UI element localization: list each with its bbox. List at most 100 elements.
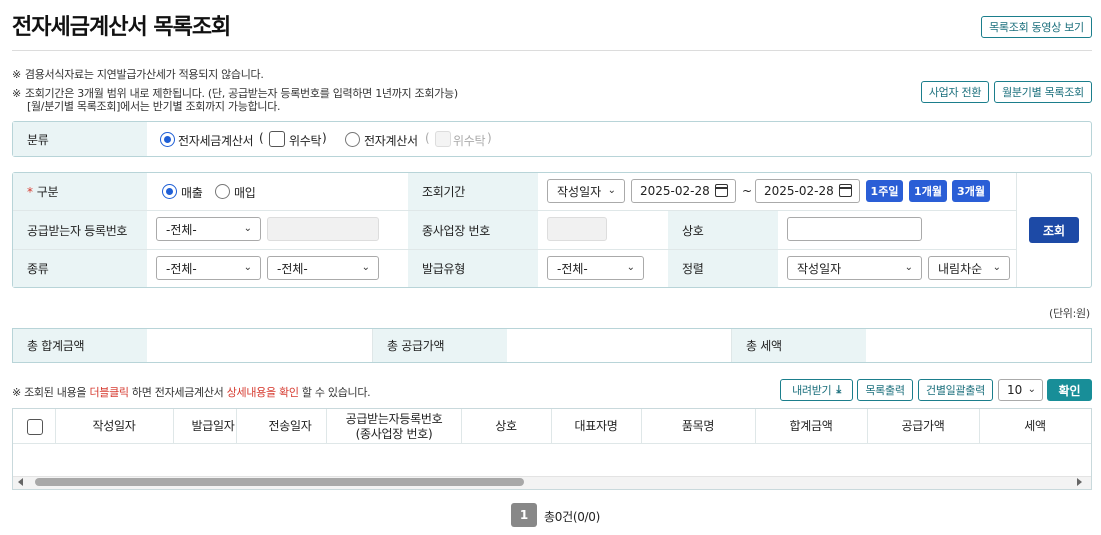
paren-open: ( xyxy=(259,131,264,145)
col-divider xyxy=(173,409,174,443)
period-list-button[interactable]: 월분기별 목록조회 xyxy=(994,81,1092,103)
chevron-down-icon: ⌄ xyxy=(361,262,370,273)
date-to-input[interactable]: 2025-02-28 xyxy=(755,179,860,203)
period-label: 조회기간 xyxy=(408,173,538,210)
col-divider xyxy=(979,409,980,443)
consign-checkbox-1[interactable] xyxy=(269,131,285,147)
consign-checkbox-2[interactable] xyxy=(435,131,451,147)
kind-select-1[interactable]: -전체- ⌄ xyxy=(156,256,261,280)
total-supply-label: 총 공급가액 xyxy=(373,329,507,362)
note-3: [월/분기별 목록조회]에서는 반기별 조회까지 가능합니다. xyxy=(27,100,281,113)
one-month-button[interactable]: 1개월 xyxy=(909,180,947,202)
company-input[interactable] xyxy=(787,217,922,241)
chevron-down-icon: ⌄ xyxy=(607,185,616,196)
col-total[interactable]: 합계금액 xyxy=(755,409,867,444)
col-issue-date[interactable]: 발급일자 xyxy=(173,409,253,444)
unit-label: (단위:원) xyxy=(1049,307,1090,320)
search-button[interactable]: 조회 xyxy=(1029,217,1079,243)
col-divider xyxy=(372,329,373,362)
totals-box xyxy=(12,328,1092,363)
chevron-down-icon: ⌄ xyxy=(243,262,252,273)
col-company[interactable]: 상호 xyxy=(461,409,551,444)
sort-order-select[interactable]: 내림차순 ⌄ xyxy=(928,256,1010,280)
consign-label-1: 위수탁 xyxy=(289,134,322,148)
receiver-label: 공급받는자 등록번호 xyxy=(13,211,147,249)
chevron-down-icon: ⌄ xyxy=(992,262,1001,273)
page-1-button[interactable]: 1 xyxy=(511,503,537,527)
chevron-down-icon: ⌄ xyxy=(1027,384,1036,395)
radio-sale[interactable] xyxy=(162,184,177,199)
col-divider xyxy=(1016,173,1017,287)
paren-close-2: ) xyxy=(487,131,492,145)
kind-select-2[interactable]: -전체- ⌄ xyxy=(267,256,379,280)
date-type-select[interactable]: 작성일자 ⌄ xyxy=(547,179,625,203)
scroll-left-icon[interactable] xyxy=(18,478,23,486)
chevron-down-icon: ⌄ xyxy=(243,223,252,234)
radio-e-invoice[interactable] xyxy=(345,132,360,147)
list-hint: ※ 조회된 내용을 더블클릭 하면 전자세금계산서 상세내용을 확인 할 수 있… xyxy=(12,386,371,399)
col-receiver-number[interactable]: 공급받는자등록번호 (종사업장 번호) xyxy=(327,409,461,444)
sort-field-select[interactable]: 작성일자 ⌄ xyxy=(787,256,922,280)
receiver-number-input[interactable] xyxy=(267,217,379,241)
total-tax-label: 총 세액 xyxy=(732,329,866,362)
type-label: * 구분 xyxy=(13,173,147,210)
paren-close: ) xyxy=(322,131,327,145)
col-divider xyxy=(236,409,237,443)
col-divider xyxy=(461,409,462,443)
radio-e-tax-invoice[interactable] xyxy=(160,132,175,147)
divider xyxy=(12,50,1092,51)
radio-purchase-label: 매입 xyxy=(234,186,256,200)
consign-label-2: 위수탁 xyxy=(453,134,486,148)
col-divider xyxy=(55,409,56,443)
radio-purchase[interactable] xyxy=(215,184,230,199)
col-divider xyxy=(755,409,756,443)
receiver-select[interactable]: -전체- ⌄ xyxy=(156,217,261,241)
date-range-sep: ~ xyxy=(742,184,752,198)
date-from-input[interactable]: 2025-02-28 xyxy=(631,179,736,203)
scrollbar-thumb[interactable] xyxy=(35,478,524,486)
radio-sale-label: 매출 xyxy=(181,186,203,200)
print-list-button[interactable]: 목록출력 xyxy=(857,379,913,401)
col-divider xyxy=(641,409,642,443)
sort-label: 정렬 xyxy=(668,250,778,287)
video-guide-button[interactable]: 목록조회 동영상 보기 xyxy=(981,16,1092,38)
download-button[interactable]: 내려받기 ⤓ xyxy=(780,379,853,401)
chevron-down-icon: ⌄ xyxy=(626,262,635,273)
radio-e-tax-invoice-label: 전자세금계산서 xyxy=(178,134,254,148)
col-ceo[interactable]: 대표자명 xyxy=(551,409,641,444)
row-divider xyxy=(13,249,1016,250)
kind-label: 종류 xyxy=(13,250,147,287)
issue-type-select[interactable]: -전체- ⌄ xyxy=(547,256,644,280)
confirm-button[interactable]: 확인 xyxy=(1047,379,1092,401)
switch-business-button[interactable]: 사업자 전환 xyxy=(921,81,989,103)
category-label: 분류 xyxy=(13,122,147,156)
calendar-icon xyxy=(715,184,728,197)
col-divider xyxy=(326,409,327,443)
issue-type-label: 발급유형 xyxy=(408,250,538,287)
paren-open-2: ( xyxy=(425,131,430,145)
branch-label: 종사업장 번호 xyxy=(408,211,538,249)
branch-number-input[interactable] xyxy=(547,217,607,241)
result-count: 총0건(0/0) xyxy=(544,510,600,524)
one-week-button[interactable]: 1주일 xyxy=(866,180,903,202)
page-title: 전자세금계산서 목록조회 xyxy=(12,15,231,40)
calendar-icon xyxy=(839,184,852,197)
col-send-date[interactable]: 전송일자 xyxy=(253,409,327,444)
company-label: 상호 xyxy=(668,211,778,249)
print-each-button[interactable]: 건별일괄출력 xyxy=(918,379,993,401)
col-tax[interactable]: 세액 xyxy=(979,409,1091,444)
download-icon: ⤓ xyxy=(836,383,841,396)
col-supply[interactable]: 공급가액 xyxy=(867,409,979,444)
col-item[interactable]: 품목명 xyxy=(641,409,755,444)
three-month-button[interactable]: 3개월 xyxy=(952,180,990,202)
scroll-right-icon[interactable] xyxy=(1077,478,1082,486)
col-divider xyxy=(867,409,868,443)
row-divider xyxy=(13,210,1016,211)
chevron-down-icon: ⌄ xyxy=(904,262,913,273)
radio-e-invoice-label: 전자계산서 xyxy=(364,134,418,148)
select-all-checkbox[interactable] xyxy=(27,419,43,435)
page-size-select[interactable]: 10 ⌄ xyxy=(998,379,1043,401)
col-write-date[interactable]: 작성일자 xyxy=(55,409,173,444)
note-1: ※ 겸용서식자료는 지연발급가산세가 적용되지 않습니다. xyxy=(12,68,264,81)
total-amount-label: 총 합계금액 xyxy=(13,329,147,362)
